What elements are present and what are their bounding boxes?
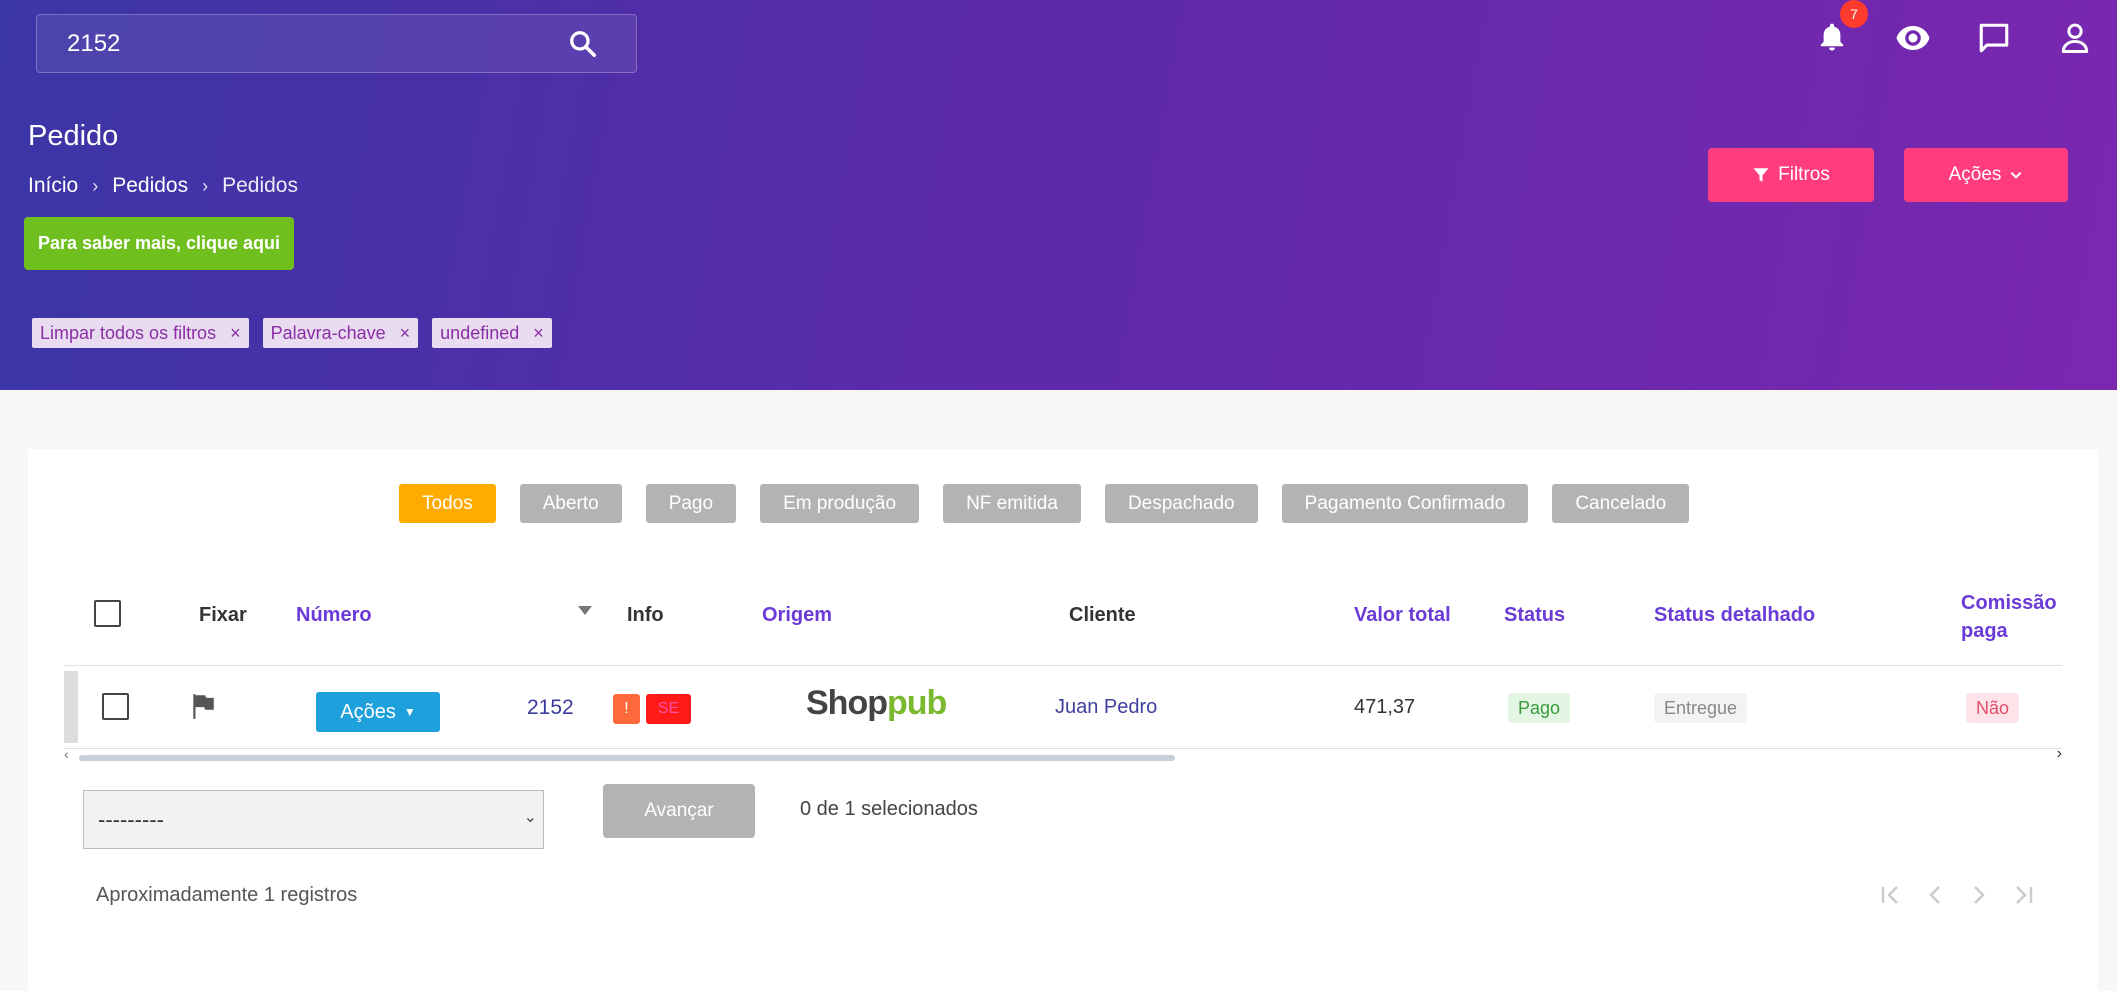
tab-pago[interactable]: Pago [645,484,737,523]
horizontal-scrollbar[interactable]: ‹ › [64,745,2062,762]
close-icon[interactable]: × [533,323,544,344]
first-page-icon[interactable] [1874,878,1908,912]
tab-cancelado[interactable]: Cancelado [1552,484,1690,523]
bulk-action-select[interactable]: --------- ⌄ [83,790,544,849]
row-checkbox[interactable] [102,693,129,720]
chevron-right-icon: › [92,175,99,196]
filter-chip-clear-all[interactable]: Limpar todos os filtros × [32,318,249,348]
customer-link[interactable]: Juan Pedro [1055,696,1157,719]
filter-chip-keyword[interactable]: Palavra-chave × [262,318,419,348]
breadcrumb: Início › Pedidos › Pedidos [28,174,298,198]
chevron-down-icon [2011,171,2022,179]
tab-despachado[interactable]: Despachado [1104,484,1258,523]
column-header-comissao-paga[interactable]: Comissão paga [1961,589,2057,645]
eye-icon[interactable] [1893,18,1933,58]
tab-aberto[interactable]: Aberto [519,484,622,523]
shoppub-logo-text: Shop [806,684,888,722]
column-header-status[interactable]: Status [1504,604,1565,627]
origin-logo: Shoppub [806,684,947,723]
advance-button[interactable]: Avançar [603,784,755,838]
tab-em-producao[interactable]: Em produção [760,484,920,523]
filters-button-label: Filtros [1778,164,1830,185]
previous-page-icon[interactable] [1918,878,1952,912]
help-button[interactable]: Para saber mais, clique aqui [24,217,294,270]
table-row-divider [64,748,2062,749]
chip-label: undefined [440,322,520,343]
records-count: Aproximadamente 1 registros [96,884,358,906]
select-all-checkbox[interactable] [94,600,121,627]
close-icon[interactable]: × [400,323,411,344]
column-header-fixar: Fixar [199,604,247,626]
column-header-info: Info [627,604,664,626]
last-page-icon[interactable] [2006,878,2040,912]
sort-down-icon[interactable] [578,606,592,616]
selected-count: 0 de 1 selecionados [800,798,978,820]
column-header-numero[interactable]: Número [296,604,372,627]
next-page-icon[interactable] [1962,878,1996,912]
active-filters: Limpar todos os filtros × Palavra-chave … [32,318,552,348]
breadcrumb-item-pedidos[interactable]: Pedidos [112,174,188,198]
table-header-divider [64,665,2062,666]
filter-chip-undefined[interactable]: undefined × [432,318,552,348]
scrollbar-thumb[interactable] [79,755,1175,761]
close-icon[interactable]: × [230,323,241,344]
column-header-origem[interactable]: Origem [762,604,832,627]
state-badge: SE [646,694,691,724]
notification-badge: 7 [1840,0,1868,28]
header-banner: 7 Pedido Início › Pedidos › Pedidos Para… [0,0,2117,390]
flag-icon[interactable] [190,692,216,720]
search-input[interactable] [37,29,557,58]
commission-badge: Não [1966,693,2020,723]
chip-label: Limpar todos os filtros [40,322,217,343]
bulk-action-select-value: --------- [98,806,164,832]
row-actions-label: Ações [340,700,396,723]
search-icon[interactable] [568,29,598,59]
column-header-status-detalhado[interactable]: Status detalhado [1654,604,1815,627]
column-header-valor-total[interactable]: Valor total [1354,604,1451,627]
status-tabs: Todos Aberto Pago Em produção NF emitida… [399,484,1690,523]
chevron-down-icon: ⌄ [523,809,537,826]
actions-button-label: Ações [1948,164,2002,185]
actions-dropdown-button[interactable]: Ações [1904,148,2068,202]
caret-down-icon: ▼ [403,705,416,719]
scroll-left-icon[interactable]: ‹ [64,746,69,762]
column-header-comissao-line1: Comissão [1961,592,2057,614]
tab-nf-emitida[interactable]: NF emitida [943,484,1081,523]
chat-icon[interactable] [1974,18,2014,58]
chevron-right-icon: › [202,175,209,196]
detailed-status-badge: Entregue [1654,693,1748,723]
chip-label: Palavra-chave [270,322,386,343]
order-total: 471,37 [1354,696,1416,718]
breadcrumb-item-inicio[interactable]: Início [28,174,78,198]
warning-badge: ! [613,694,640,724]
breadcrumb-item-current: Pedidos [222,174,298,197]
scroll-right-icon[interactable]: › [2057,745,2062,763]
tab-pagamento-confirmado[interactable]: Pagamento Confirmado [1281,484,1529,523]
row-actions-button[interactable]: Ações ▼ [316,692,440,732]
filters-button[interactable]: Filtros [1708,148,1874,202]
shoppub-logo-accent: pub [886,684,947,722]
order-number-link[interactable]: 2152 [527,696,574,720]
tab-todos[interactable]: Todos [399,484,496,523]
user-icon[interactable] [2055,18,2095,58]
status-badge: Pago [1508,693,1571,723]
column-header-cliente: Cliente [1069,604,1136,626]
search-bar [36,14,637,73]
filter-icon [1753,168,1769,182]
column-header-comissao-line2: paga [1961,620,2008,642]
row-pin-indicator [64,671,78,743]
page-title: Pedido [28,120,119,152]
